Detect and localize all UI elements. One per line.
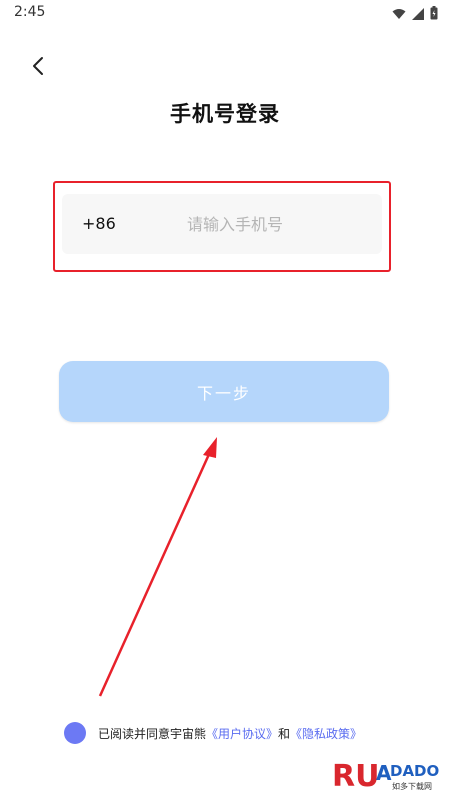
- agree-radio[interactable]: [64, 722, 86, 744]
- agreement-row: 已阅读并同意宇宙熊 《用户协议》 和 《隐私政策》: [64, 720, 444, 746]
- wifi-icon: [392, 5, 406, 24]
- agreement-conjunction: 和: [278, 726, 291, 741]
- svg-text:A: A: [376, 761, 392, 785]
- svg-text:RU: RU: [332, 759, 379, 794]
- battery-icon: [430, 5, 438, 24]
- svg-text:如多下载网: 如多下载网: [392, 781, 432, 791]
- status-time: 2:45: [14, 4, 46, 20]
- next-button[interactable]: 下一步: [59, 361, 389, 422]
- country-code[interactable]: +86: [82, 214, 116, 233]
- cellular-signal-icon: [412, 5, 424, 24]
- phone-input-row: +86: [62, 194, 387, 254]
- privacy-policy-link[interactable]: 《隐私政策》: [290, 725, 362, 742]
- watermark-logo: RU A DADO 如多下载网: [332, 759, 439, 794]
- phone-number-input[interactable]: [167, 208, 387, 240]
- status-icons: [392, 5, 438, 24]
- user-agreement-link[interactable]: 《用户协议》: [206, 725, 278, 742]
- chevron-left-icon: [31, 56, 45, 80]
- svg-text:DADO: DADO: [390, 762, 439, 780]
- back-button[interactable]: [22, 52, 54, 84]
- status-bar: 2:45: [0, 0, 450, 26]
- agreement-prefix: 已阅读并同意宇宙熊: [98, 726, 207, 741]
- page-title: 手机号登录: [170, 102, 280, 126]
